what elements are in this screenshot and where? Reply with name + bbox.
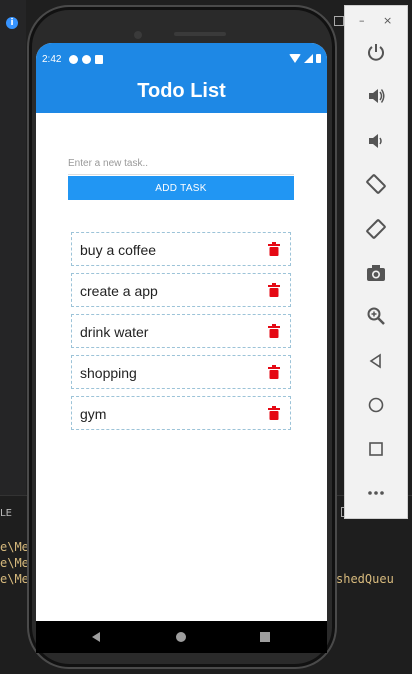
notification-icon — [82, 55, 91, 64]
overview-button[interactable] — [359, 434, 393, 464]
back-button[interactable] — [359, 346, 393, 376]
signal-icon — [304, 54, 313, 63]
status-bar: 2:42 — [36, 43, 327, 69]
earpiece-speaker — [174, 32, 226, 36]
add-task-button[interactable]: ADD TASK — [68, 176, 294, 200]
zoom-button[interactable] — [359, 301, 393, 331]
volume-down-button[interactable] — [359, 126, 393, 156]
terminal-line: e\Me — [0, 556, 29, 570]
todo-text: shopping — [80, 365, 137, 381]
battery-icon — [316, 54, 321, 63]
list-item: drink water — [71, 314, 291, 348]
close-button[interactable]: × — [383, 14, 392, 27]
list-item: shopping — [71, 355, 291, 389]
nav-back-icon[interactable] — [92, 632, 100, 642]
minimize-button[interactable]: – — [359, 14, 365, 27]
home-icon — [368, 397, 384, 413]
rotate-right-button[interactable] — [359, 214, 393, 244]
zoom-icon — [367, 307, 385, 325]
list-item: buy a coffee — [71, 232, 291, 266]
back-icon — [369, 353, 381, 369]
screenshot-button[interactable] — [359, 258, 393, 288]
emulator-title-row: – × — [345, 10, 409, 28]
rotate-left-button[interactable] — [359, 169, 393, 199]
window-icon — [334, 16, 344, 26]
todo-text: drink water — [80, 324, 149, 340]
rotate-left-icon — [366, 174, 386, 194]
info-icon[interactable]: i — [6, 17, 18, 29]
todo-text: gym — [80, 406, 107, 422]
more-icon — [368, 491, 384, 495]
todo-text: create a app — [80, 283, 158, 299]
delete-icon[interactable] — [268, 365, 280, 379]
nav-recents-icon[interactable] — [260, 632, 270, 642]
rotate-right-icon — [366, 219, 386, 239]
volume-down-icon — [369, 134, 382, 148]
wifi-icon — [289, 54, 301, 63]
delete-icon[interactable] — [268, 242, 280, 256]
terminal-line: e\Me — [0, 540, 29, 554]
app-bar: Todo List — [36, 69, 327, 113]
home-button[interactable] — [359, 390, 393, 420]
list-item: gym — [71, 396, 291, 430]
delete-icon[interactable] — [268, 406, 280, 420]
system-nav-bar — [36, 621, 327, 653]
terminal-line: e\Me — [0, 572, 29, 586]
notification-icon — [69, 55, 78, 64]
list-item: create a app — [71, 273, 291, 307]
overview-icon — [369, 442, 383, 456]
page-title: Todo List — [137, 79, 226, 102]
terminal-line-fragment: shedQueu — [336, 572, 394, 586]
delete-icon[interactable] — [268, 324, 280, 338]
front-camera — [134, 31, 142, 39]
power-button[interactable] — [359, 37, 393, 67]
volume-up-icon — [369, 89, 385, 103]
power-icon — [368, 44, 384, 61]
todo-list: buy a coffee create a app drink water sh… — [71, 232, 291, 437]
phone-screen: 2:42 Todo List ADD TASK buy a coffee cre… — [36, 43, 327, 621]
new-task-input[interactable] — [68, 153, 294, 175]
panel-title: LE — [0, 508, 12, 519]
status-time: 2:42 — [42, 54, 62, 65]
nav-home-icon[interactable] — [176, 632, 186, 642]
todo-text: buy a coffee — [80, 242, 157, 258]
volume-up-button[interactable] — [359, 81, 393, 111]
emulator-toolbar: – × — [344, 5, 408, 519]
camera-icon — [367, 265, 385, 281]
more-button[interactable] — [359, 478, 393, 508]
delete-icon[interactable] — [268, 283, 280, 297]
status-right-icons — [289, 54, 321, 63]
sd-card-icon — [95, 55, 103, 64]
